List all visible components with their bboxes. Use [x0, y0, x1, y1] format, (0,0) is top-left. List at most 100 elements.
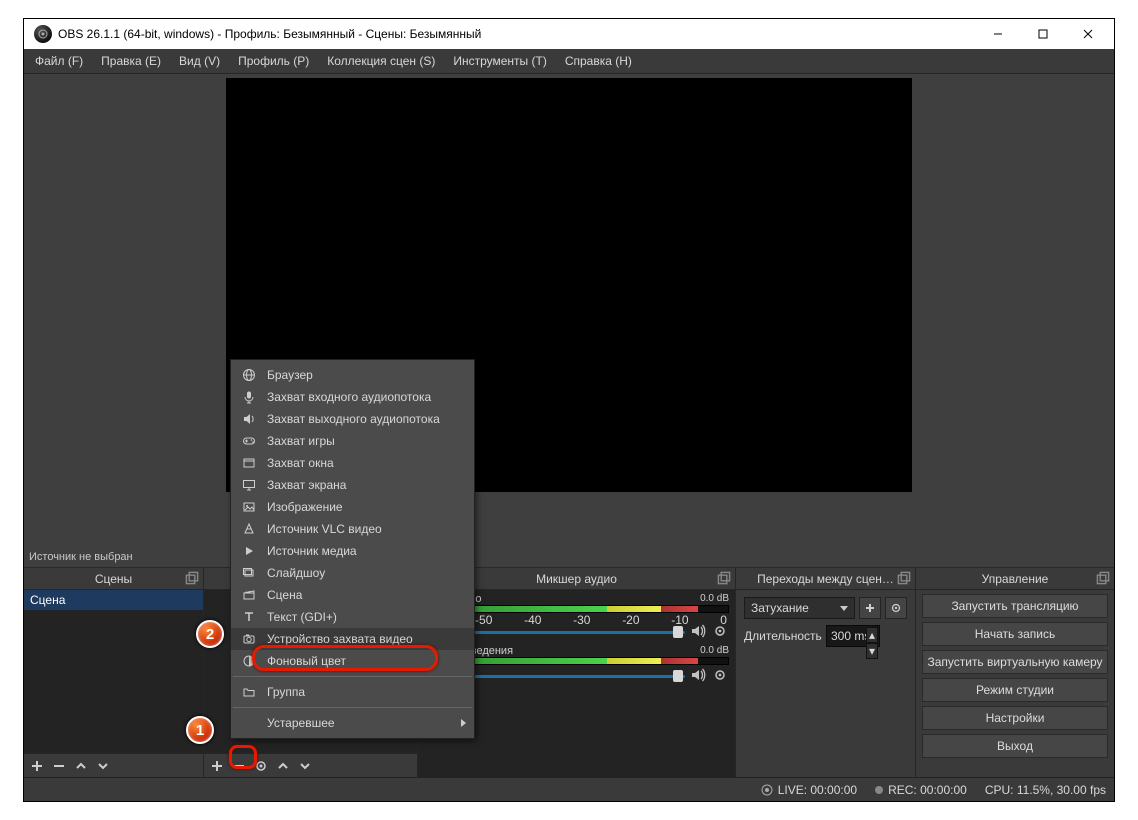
menu-item-label: Источник медиа	[267, 544, 357, 558]
gear-icon[interactable]	[711, 666, 729, 684]
menu-item-gamepad[interactable]: Захват игры	[231, 430, 474, 452]
channel-db: 0.0 dB	[700, 593, 729, 605]
menu-item-camera[interactable]: Устройство захвата видео	[231, 628, 474, 650]
mic-icon	[241, 389, 257, 405]
annotation-badge-1: 1	[186, 716, 214, 744]
start-stream-button[interactable]: Запустить трансляцию	[922, 594, 1108, 618]
add-scene-button[interactable]	[26, 755, 48, 777]
close-button[interactable]	[1065, 20, 1110, 49]
cone-icon	[241, 521, 257, 537]
scene-down-button[interactable]	[92, 755, 114, 777]
scenes-header: Сцены	[24, 568, 203, 590]
menu-item-label: Захват окна	[267, 456, 334, 470]
menu-item-clapper[interactable]: Сцена	[231, 584, 474, 606]
menu-separator	[233, 676, 472, 677]
menu-item-cone[interactable]: Источник VLC видео	[231, 518, 474, 540]
menu-file[interactable]: Файл (F)	[26, 50, 92, 72]
exit-button[interactable]: Выход	[922, 734, 1108, 758]
menu-item-deprecated[interactable]: Устаревшее	[231, 712, 474, 734]
menu-item-label: Захват входного аудиопотока	[267, 390, 431, 404]
menu-separator	[233, 707, 472, 708]
menu-item-speaker[interactable]: Захват выходного аудиопотока	[231, 408, 474, 430]
controls-body: Запустить трансляцию Начать запись Запус…	[916, 590, 1114, 777]
transition-combo[interactable]: Затухание	[744, 597, 855, 619]
popout-icon[interactable]	[717, 571, 731, 585]
menu-item-mic[interactable]: Захват входного аудиопотока	[231, 386, 474, 408]
menu-tools[interactable]: Инструменты (T)	[444, 50, 555, 72]
menu-item-label: Захват экрана	[267, 478, 346, 492]
remove-source-button[interactable]	[228, 755, 250, 777]
broadcast-icon	[761, 784, 773, 796]
app-window: OBS 26.1.1 (64-bit, windows) - Профиль: …	[23, 18, 1115, 802]
menu-item-color[interactable]: Фоновый цвет	[231, 650, 474, 672]
annotation-badge-2: 2	[196, 620, 224, 648]
title-bar: OBS 26.1.1 (64-bit, windows) - Профиль: …	[24, 19, 1114, 49]
menu-item-text[interactable]: Текст (GDI+)	[231, 606, 474, 628]
clapper-icon	[241, 587, 257, 603]
menu-item-slides[interactable]: Слайдшоу	[231, 562, 474, 584]
menu-item-label: Группа	[267, 685, 305, 699]
menu-item-globe[interactable]: Браузер	[231, 364, 474, 386]
menu-item-window[interactable]: Захват окна	[231, 452, 474, 474]
menu-item-label: Изображение	[267, 500, 343, 514]
menu-edit[interactable]: Правка (E)	[92, 50, 170, 72]
duration-spinbox[interactable]: 300 ms▴▾	[826, 625, 880, 647]
mute-icon[interactable]	[689, 622, 707, 640]
menu-item-label: Браузер	[267, 368, 313, 382]
menu-item-label: Фоновый цвет	[267, 654, 346, 668]
menu-item-image[interactable]: Изображение	[231, 496, 474, 518]
submenu-arrow-icon	[461, 719, 466, 727]
sources-toolbar	[204, 753, 417, 777]
settings-button[interactable]: Настройки	[922, 706, 1108, 730]
controls-panel: Управление Запустить трансляцию Начать з…	[916, 568, 1114, 777]
channel-db: 0.0 dB	[700, 645, 729, 657]
source-up-button[interactable]	[272, 755, 294, 777]
menu-item-monitor[interactable]: Захват экрана	[231, 474, 474, 496]
menu-item-play[interactable]: Источник медиа	[231, 540, 474, 562]
popout-icon[interactable]	[185, 571, 199, 585]
blank-icon	[241, 715, 257, 731]
menu-item-label: Захват выходного аудиопотока	[267, 412, 440, 426]
transition-add-button[interactable]	[859, 597, 881, 619]
obs-app-icon	[34, 25, 52, 43]
maximize-button[interactable]	[1020, 20, 1065, 49]
menu-scene-collection[interactable]: Коллекция сцен (S)	[318, 50, 444, 72]
scenes-toolbar	[24, 753, 203, 777]
mixer-title: Микшер аудио	[536, 572, 617, 586]
start-virtualcam-button[interactable]: Запустить виртуальную камеру	[922, 650, 1108, 674]
add-source-button[interactable]	[206, 755, 228, 777]
scene-item[interactable]: Сцена	[24, 590, 203, 610]
menu-item-label: Сцена	[267, 588, 302, 602]
menu-item-label: Захват игры	[267, 434, 335, 448]
studio-mode-button[interactable]: Режим студии	[922, 678, 1108, 702]
popout-icon[interactable]	[1096, 571, 1110, 585]
menu-help[interactable]: Справка (H)	[556, 50, 641, 72]
status-cpu: CPU: 11.5%, 30.00 fps	[985, 783, 1106, 797]
duration-label: Длительность	[744, 629, 822, 643]
gear-icon[interactable]	[711, 622, 729, 640]
controls-title: Управление	[982, 572, 1049, 586]
menu-profile[interactable]: Профиль (P)	[229, 50, 318, 72]
menu-item-label: Устаревшее	[267, 716, 335, 730]
monitor-icon	[241, 477, 257, 493]
minimize-button[interactable]	[975, 20, 1020, 49]
status-rec: REC: 00:00:00	[875, 783, 967, 797]
menu-item-folder[interactable]: Группа	[231, 681, 474, 703]
source-props-button[interactable]	[250, 755, 272, 777]
start-record-button[interactable]: Начать запись	[922, 622, 1108, 646]
scene-up-button[interactable]	[70, 755, 92, 777]
controls-header: Управление	[916, 568, 1114, 590]
transition-gear-button[interactable]	[885, 597, 907, 619]
menu-view[interactable]: Вид (V)	[170, 50, 229, 72]
remove-scene-button[interactable]	[48, 755, 70, 777]
mute-icon[interactable]	[689, 666, 707, 684]
menu-item-label: Слайдшоу	[267, 566, 325, 580]
no-source-label: Источник не выбран	[29, 551, 133, 563]
popout-icon[interactable]	[897, 571, 911, 585]
menu-item-label: Устройство захвата видео	[267, 632, 413, 646]
source-down-button[interactable]	[294, 755, 316, 777]
status-live: LIVE: 00:00:00	[761, 783, 857, 797]
gamepad-icon	[241, 433, 257, 449]
camera-icon	[241, 631, 257, 647]
scenes-list[interactable]: Сцена	[24, 590, 203, 753]
